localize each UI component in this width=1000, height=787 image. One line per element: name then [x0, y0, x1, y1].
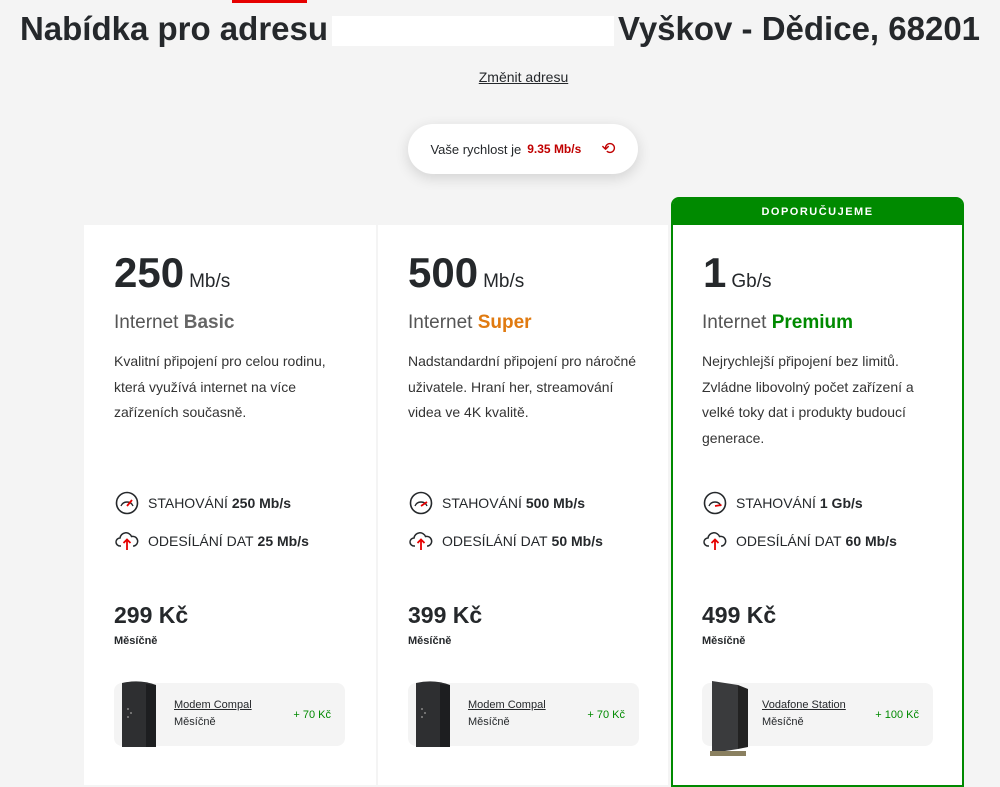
plan-speed-unit: Gb/s [731, 271, 772, 292]
speedometer-icon [409, 491, 433, 515]
device-addon[interactable]: Modem Compal Měsíčně + 70 Kč [408, 681, 639, 747]
redacted-address [332, 16, 615, 47]
router-image [710, 681, 748, 756]
download-feature: STAHOVÁNÍ 500 Mb/s [408, 490, 585, 516]
cloud-upload-icon [115, 532, 139, 550]
topbar-accent [232, 0, 307, 3]
speed-check-label: Vaše rychlost je [430, 141, 522, 157]
upload-value: 25 Mb/s [257, 533, 309, 549]
plan-speed: 1 Gb/s [703, 249, 771, 297]
plan-price: 499 Kč [702, 602, 777, 628]
modem-image [122, 681, 156, 747]
upload-feature: ODESÍLÁNÍ DAT 50 Mb/s [408, 528, 603, 554]
download-value: 1 Gb/s [819, 495, 863, 511]
product-prefix: Internet [702, 312, 767, 333]
modem-image [416, 681, 450, 747]
plan-card-premium: DOPORUČUJEME 1 Gb/s Internet Premium Nejr… [671, 197, 964, 787]
plan-speed-unit: Mb/s [483, 271, 525, 292]
speedometer-icon [115, 491, 139, 515]
download-label: STAHOVÁNÍ [442, 495, 522, 511]
change-address-link[interactable]: Změnit adresu [0, 69, 1000, 85]
title-suffix: Vyškov - Dědice, 68201 [618, 10, 981, 47]
plan-speed-value: 1 [703, 249, 727, 296]
plan-product-name: Internet Premium [702, 312, 853, 334]
upload-value: 60 Mb/s [845, 533, 897, 549]
plan-speed: 500 Mb/s [408, 249, 524, 297]
upload-value: 50 Mb/s [551, 533, 603, 549]
cloud-upload-icon [409, 532, 433, 550]
upload-label: ODESÍLÁNÍ DAT [442, 533, 548, 549]
upload-label: ODESÍLÁNÍ DAT [148, 533, 254, 549]
plan-description: Nejrychlejší připojení bez limitů. Zvlád… [702, 353, 914, 446]
speed-check-value: 9.35 Mb/s [527, 142, 582, 156]
device-addon[interactable]: Modem Compal Měsíčně + 70 Kč [114, 681, 345, 747]
speedometer-icon [703, 491, 727, 515]
upload-feature: ODESÍLÁNÍ DAT 60 Mb/s [702, 528, 897, 554]
device-period: Měsíčně [762, 716, 804, 728]
device-price: + 100 Kč [875, 709, 919, 721]
plan-speed: 250 Mb/s [114, 249, 230, 297]
page-title: Nabídka pro adresu Vyškov - Dědice, 68201 [0, 10, 1000, 48]
download-feature: STAHOVÁNÍ 1 Gb/s [702, 490, 863, 516]
refresh-icon[interactable]: ⟲ [601, 139, 615, 159]
plan-period: Měsíčně [408, 635, 452, 647]
plan-card-basic: 250 Mb/s Internet Basic Kvalitní připojen… [84, 225, 376, 785]
product-prefix: Internet [114, 312, 179, 333]
device-name-link[interactable]: Modem Compal [174, 699, 252, 711]
device-name-link[interactable]: Modem Compal [468, 699, 546, 711]
product-prefix: Internet [408, 312, 473, 333]
device-period: Měsíčně [468, 716, 510, 728]
plan-price: 299 Kč [114, 602, 189, 628]
speed-check-pill: Vaše rychlost je 9.35 Mb/s ⟲ [408, 124, 638, 174]
download-value: 500 Mb/s [525, 495, 586, 511]
plan-product-name: Internet Basic [114, 312, 234, 334]
plan-speed-value: 250 [114, 249, 185, 296]
plan-description: Nadstandardní připojení pro náročné uživ… [408, 353, 637, 420]
title-prefix: Nabídka pro adresu [19, 10, 329, 47]
device-name-link[interactable]: Vodafone Station [762, 699, 846, 711]
device-addon[interactable]: Vodafone Station Měsíčně + 100 Kč [702, 681, 933, 756]
plan-description: Kvalitní připojení pro celou rodinu, kte… [114, 353, 326, 420]
download-value: 250 Mb/s [231, 495, 292, 511]
plan-period: Měsíčně [702, 635, 746, 647]
plan-speed-value: 500 [408, 249, 479, 296]
recommended-badge: DOPORUČUJEME [673, 199, 962, 225]
download-feature: STAHOVÁNÍ 250 Mb/s [114, 490, 291, 516]
plan-price: 399 Kč [408, 602, 483, 628]
upload-feature: ODESÍLÁNÍ DAT 25 Mb/s [114, 528, 309, 554]
plan-product-name: Internet Super [408, 312, 532, 334]
download-label: STAHOVÁNÍ [148, 495, 228, 511]
device-price: + 70 Kč [293, 709, 331, 721]
plan-speed-unit: Mb/s [189, 271, 231, 292]
upload-label: ODESÍLÁNÍ DAT [736, 533, 842, 549]
cloud-upload-icon [703, 532, 727, 550]
plan-period: Měsíčně [114, 635, 158, 647]
download-label: STAHOVÁNÍ [736, 495, 816, 511]
device-price: + 70 Kč [587, 709, 625, 721]
device-period: Měsíčně [174, 716, 216, 728]
product-tier: Super [477, 312, 532, 333]
plan-card-super: 500 Mb/s Internet Super Nadstandardní při… [378, 225, 668, 785]
product-tier: Premium [771, 312, 854, 333]
product-tier: Basic [183, 312, 235, 333]
